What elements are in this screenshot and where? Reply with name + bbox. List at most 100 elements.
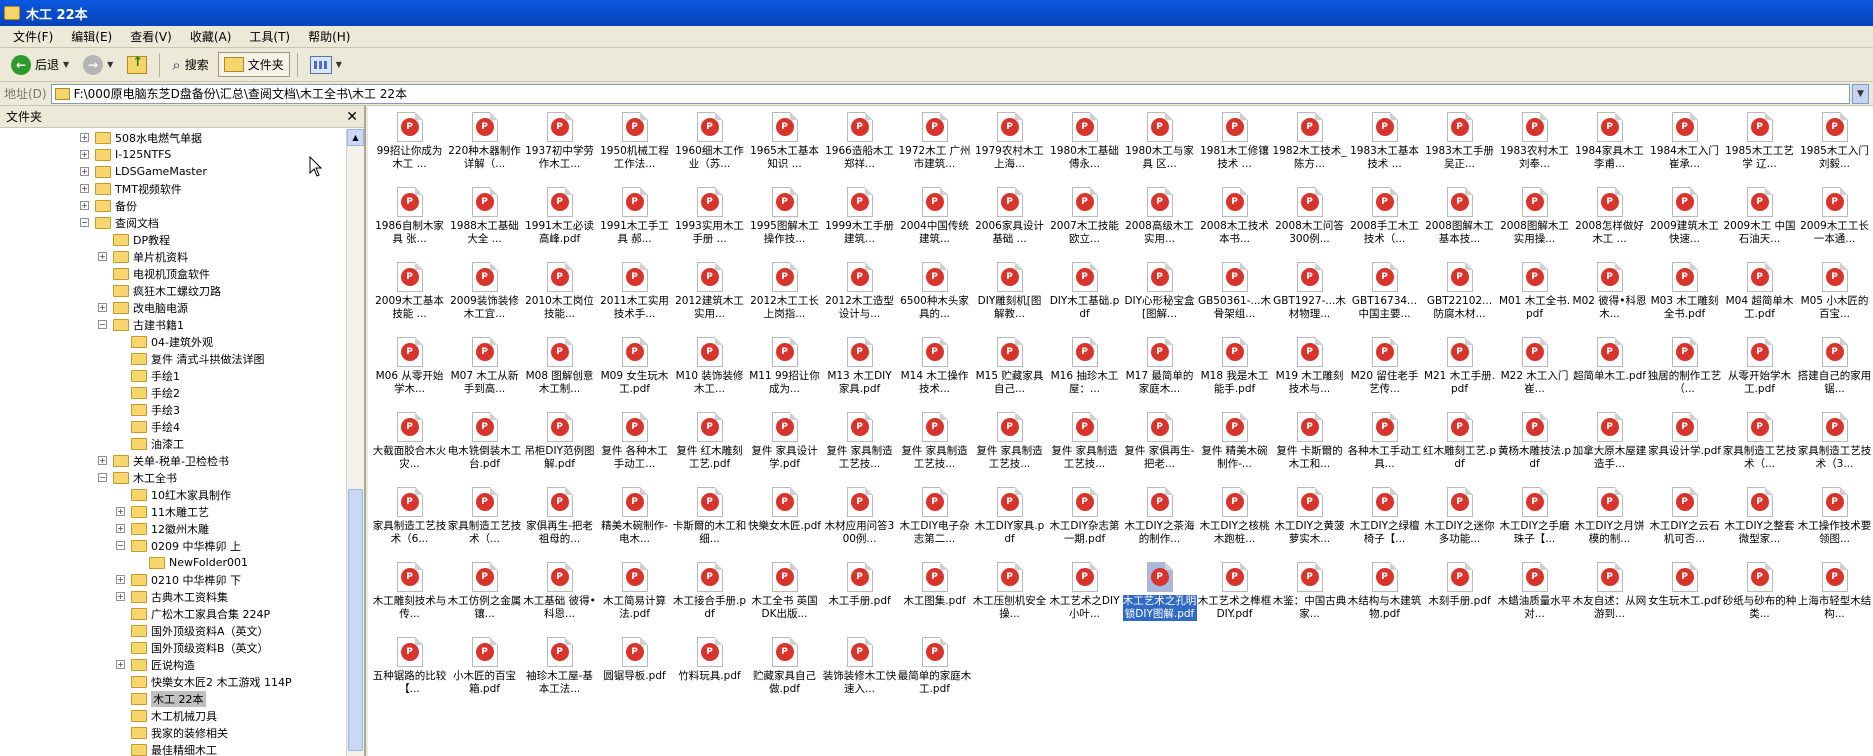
expand-icon[interactable]: + [80,201,89,210]
file-item[interactable]: P 1988木工基础大全 ... [447,185,522,260]
file-item[interactable]: P M08 图解创意木工制... [522,335,597,410]
forward-dropdown-icon[interactable]: ▼ [107,60,113,69]
tree-item[interactable]: + 关单-税单-卫检检书 [0,452,348,469]
file-item[interactable]: P 复件 家具制造工艺技... [822,410,897,485]
file-item[interactable]: P 最简单的家庭木工.pdf [897,635,972,710]
file-item[interactable]: P 木工接合手册.pdf [672,560,747,635]
file-item[interactable]: P 卡斯爾的木工和细... [672,485,747,560]
file-item[interactable]: P 1985木工工艺学 辽... [1722,110,1797,185]
file-item[interactable]: P 木结构与木建筑物.pdf [1347,560,1422,635]
views-dropdown-icon[interactable]: ▼ [336,60,342,69]
file-item[interactable]: P 木工艺术之孔明锁DIY图解.pdf [1122,560,1197,635]
scroll-thumb[interactable] [348,489,363,751]
collapse-icon[interactable]: − [98,473,107,482]
file-item[interactable]: P M14 木工操作技术... [897,335,972,410]
tree-item[interactable]: + 备份 [0,197,348,214]
tree-item[interactable]: +11木雕工艺 [0,503,348,520]
file-item[interactable]: P GBT22102...防腐木材... [1422,260,1497,335]
tree-item[interactable]: DP教程 [0,231,348,248]
file-item[interactable]: P 1984家具木工 李甫... [1572,110,1647,185]
file-item[interactable]: P M09 女生玩木工.pdf [597,335,672,410]
file-item[interactable]: P 2008木工问答300例... [1272,185,1347,260]
expand-icon[interactable]: + [98,456,107,465]
expand-icon[interactable]: + [116,507,125,516]
file-item[interactable]: P 各种木工手动工具... [1347,410,1422,485]
file-item[interactable]: P 圆锯导板.pdf [597,635,672,710]
tree-item[interactable]: − 0209 中华榫卯 上 [0,537,348,554]
file-item[interactable]: P 独居的制作工艺（... [1647,335,1722,410]
tree-item[interactable]: 疯狂木工螺纹刀路 [0,282,348,299]
file-item[interactable]: P 木工艺术之榫框DIY.pdf [1197,560,1272,635]
file-item[interactable]: P M20 留住老手艺传... [1347,335,1422,410]
tree-item[interactable]: +508水电燃气单据 [0,129,348,146]
back-dropdown-icon[interactable]: ▼ [63,60,69,69]
file-item[interactable]: P M18 我是木工能手.pdf [1197,335,1272,410]
file-item[interactable]: P 1983木工手册 吴正... [1422,110,1497,185]
file-item[interactable]: P 1991木工必读 高峰.pdf [522,185,597,260]
menu-file[interactable]: 文件(F) [4,28,62,45]
file-item[interactable]: P 复件 家具设计学.pdf [747,410,822,485]
expand-icon[interactable]: + [80,150,89,159]
forward-button[interactable]: → ▼ [78,52,118,78]
tree-item[interactable]: 手绘3 [0,401,348,418]
file-item[interactable]: P 1960细木工作业（苏... [672,110,747,185]
file-item[interactable]: P 复件 各种木工手动工... [597,410,672,485]
file-item[interactable]: P 吊柜DIY范例图解.pdf [522,410,597,485]
tree-item[interactable]: 10红木家具制作 [0,486,348,503]
views-button[interactable]: ▼ [305,53,347,77]
file-item[interactable]: P 2012木工造型设计与... [822,260,897,335]
file-item[interactable]: P GBT1927-...木材物理... [1272,260,1347,335]
file-item[interactable]: P 木工艺术之DIY小叶... [1047,560,1122,635]
file-item[interactable]: P M17 最简单的家庭木... [1122,335,1197,410]
file-item[interactable]: P M15 贮藏家具自己... [972,335,1047,410]
tree-item[interactable]: + LDSGameMaster [0,163,348,180]
file-item[interactable]: P M13 木工DIY家具.pdf [822,335,897,410]
file-item[interactable]: P 从零开始学木工.pdf [1722,335,1797,410]
file-item[interactable]: P 1980木工与家具 区... [1122,110,1197,185]
tree-item[interactable]: 油漆工 [0,435,348,452]
file-item[interactable]: P 1983农村木工 刘奉... [1497,110,1572,185]
file-item[interactable]: P 小木匠的百宝箱.pdf [447,635,522,710]
tree-item[interactable]: +0210 中华榫卯 下 [0,571,348,588]
file-item[interactable]: P 木工DIY之黄菠萝实木... [1272,485,1347,560]
file-item[interactable]: P 木工雕刻技术与传... [372,560,447,635]
collapse-icon[interactable]: − [98,320,107,329]
file-item[interactable]: P 2008怎样做好木工 ... [1572,185,1647,260]
menu-edit[interactable]: 编辑(E) [62,28,121,45]
file-item[interactable]: P 木工DIY之手磨珠子【... [1497,485,1572,560]
file-item[interactable]: P 木工DIY电子杂志第二... [897,485,972,560]
file-item[interactable]: P 6500种木头家具的... [897,260,972,335]
file-item[interactable]: P 2009建筑木工快速... [1647,185,1722,260]
tree-item[interactable]: +12徽州木雕 [0,520,348,537]
tree-item[interactable]: − 古建书籍1 [0,316,348,333]
tree-item[interactable]: 手绘4 [0,418,348,435]
close-icon[interactable]: ✕ [346,109,358,125]
up-button[interactable] [122,53,152,77]
file-item[interactable]: P 五种锯路的比较【... [372,635,447,710]
file-item[interactable]: P 2008手工木工技术（... [1347,185,1422,260]
tree-item[interactable]: 快樂女木匠2 木工游戏 114P [0,673,348,690]
tree-item[interactable]: 手绘2 [0,384,348,401]
file-item[interactable]: P 1980木工基础 傅永... [1047,110,1122,185]
tree-item[interactable]: 木工机械刀具 [0,707,348,724]
tree-item[interactable]: + 单片机资料 [0,248,348,265]
file-item[interactable]: P 家具制造工艺技术（... [447,485,522,560]
file-item[interactable]: P 1982木工技术_陈方... [1272,110,1347,185]
tree-item[interactable]: + 古典木工资料集 [0,588,348,605]
back-button[interactable]: ← 后退 ▼ [6,52,74,78]
expand-icon[interactable]: + [80,184,89,193]
tree-item[interactable]: + 改电脑电源 [0,299,348,316]
file-item[interactable]: P 木工DIY之月饼模的制... [1572,485,1647,560]
file-item[interactable]: P 木工DIY之整套微型家... [1722,485,1797,560]
file-item[interactable]: P 2010木工岗位技能... [522,260,597,335]
file-item[interactable]: P 女生玩木工.pdf [1647,560,1722,635]
file-item[interactable]: P GBT16734...中国主要... [1347,260,1422,335]
file-item[interactable]: P 1986自制木家具 张... [372,185,447,260]
file-item[interactable]: P 木工基础 彼得•科恩... [522,560,597,635]
file-item[interactable]: P 家具设计学.pdf [1647,410,1722,485]
file-item[interactable]: P 家具制造工艺技术（3... [1797,410,1872,485]
file-item[interactable]: P DIY雕刻机[图解教... [972,260,1047,335]
file-item[interactable]: P 木工手册.pdf [822,560,897,635]
file-item[interactable]: P 木工DIY之迷你多功能... [1422,485,1497,560]
file-item[interactable]: P 2007木工技能 欧立... [1047,185,1122,260]
